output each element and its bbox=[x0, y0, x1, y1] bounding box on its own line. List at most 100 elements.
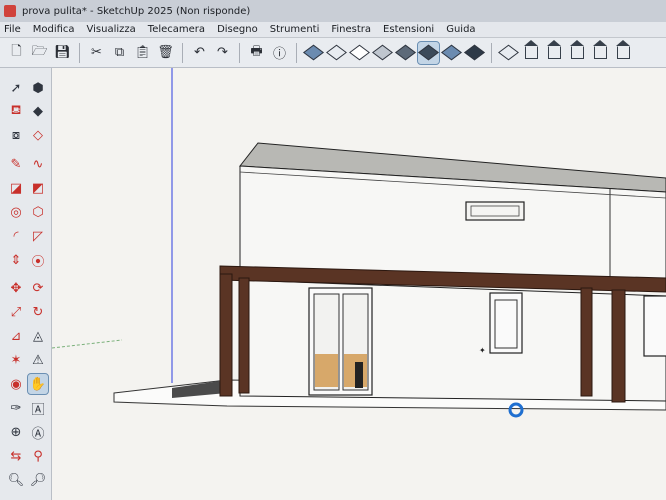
text-tool[interactable]: ✑ bbox=[6, 398, 26, 418]
menu-guida[interactable]: Guida bbox=[446, 24, 475, 35]
cube-glyph bbox=[441, 44, 462, 61]
house-glyph bbox=[524, 40, 538, 59]
axes-tool[interactable]: ✶ bbox=[6, 350, 26, 370]
house-glyph bbox=[570, 40, 584, 59]
protractor-tool[interactable]: ◬ bbox=[28, 326, 48, 346]
redo-icon[interactable]: ↷ bbox=[212, 42, 233, 64]
pencil-tool[interactable]: ✎ bbox=[6, 154, 26, 174]
monochrome-style-icon[interactable] bbox=[441, 42, 462, 64]
model-info-icon[interactable]: ⓘ bbox=[269, 42, 290, 64]
undo-icon[interactable]: ↶ bbox=[189, 42, 210, 64]
house-glyph bbox=[616, 40, 630, 59]
front-view-icon[interactable] bbox=[544, 40, 565, 64]
iso-view-icon[interactable] bbox=[498, 42, 519, 64]
cube-glyph bbox=[464, 44, 485, 61]
toolbar-divider bbox=[296, 42, 297, 63]
freehand-tool[interactable]: ∿ bbox=[28, 154, 48, 174]
menu-strumenti[interactable]: Strumenti bbox=[270, 24, 320, 35]
component-tool[interactable]: ⬢ bbox=[28, 78, 48, 98]
paste-icon[interactable]: 📋︎ bbox=[132, 42, 153, 64]
walk-tool[interactable]: ⊕ bbox=[6, 422, 26, 442]
menu-file[interactable]: File bbox=[4, 24, 21, 35]
depth-cue-style-icon[interactable] bbox=[464, 42, 485, 64]
main-toolbar: 🗋 🗁 💾︎ ✂ ⧉ 📋︎ 🗑︎ ↶ ↷ 🖶 ⓘ bbox=[0, 38, 666, 68]
toolbar-divider bbox=[239, 42, 240, 63]
model-viewport[interactable]: ✦ bbox=[52, 68, 666, 500]
menu-finestra[interactable]: Finestra bbox=[331, 24, 371, 35]
lower-wall bbox=[239, 279, 666, 402]
model-drawing: ✦ bbox=[52, 68, 666, 418]
menu-visualizza[interactable]: Visualizza bbox=[87, 24, 136, 35]
pie-tool[interactable]: ◸ bbox=[28, 226, 48, 246]
shaded-textures-style-icon[interactable] bbox=[417, 40, 440, 65]
menu-telecamera[interactable]: Telecamera bbox=[148, 24, 205, 35]
follow-me-tool[interactable]: ⦿ bbox=[28, 250, 48, 270]
orbit-tool[interactable]: ◉ bbox=[6, 374, 26, 394]
print-icon[interactable]: 🖶 bbox=[246, 42, 267, 64]
interior-figure bbox=[355, 362, 363, 388]
rotate-tool[interactable]: ⟳ bbox=[28, 278, 48, 298]
cube-glyph bbox=[418, 44, 439, 61]
magnify-window-tool[interactable]: 🔎︎ bbox=[28, 470, 48, 490]
sketchup-logo-icon bbox=[4, 5, 16, 17]
eraser-soft-tool[interactable]: ◇ bbox=[28, 125, 48, 145]
dimension-tool[interactable]: ⚠ bbox=[28, 350, 48, 370]
shaded-style-icon[interactable] bbox=[395, 42, 416, 64]
scale-tool[interactable]: ⤢ bbox=[6, 302, 26, 322]
copy-icon[interactable]: ⧉ bbox=[109, 42, 130, 64]
menu-bar: File Modifica Visualizza Telecamera Dise… bbox=[0, 22, 666, 38]
menu-disegno[interactable]: Disegno bbox=[217, 24, 258, 35]
circle-tool[interactable]: ◎ bbox=[6, 202, 26, 222]
paint-bucket-tool[interactable]: ⛾ bbox=[6, 101, 26, 121]
cube-glyph bbox=[349, 44, 370, 61]
cube-glyph bbox=[372, 44, 393, 61]
select-tool[interactable]: ➚ bbox=[6, 78, 26, 98]
rectangle-tool[interactable]: ◪ bbox=[6, 178, 26, 198]
offset-tool[interactable]: ↻ bbox=[28, 302, 48, 322]
title-bar: prova pulita* - SketchUp 2025 (Non rispo… bbox=[0, 0, 666, 22]
tape-measure-tool[interactable]: ⊿ bbox=[6, 326, 26, 346]
move-tool[interactable]: ✥ bbox=[6, 278, 26, 298]
right-view-icon[interactable] bbox=[567, 40, 588, 64]
toolbar-divider bbox=[182, 42, 183, 63]
magnify-tool[interactable]: 🔍︎ bbox=[6, 470, 26, 490]
menu-estensioni[interactable]: Estensioni bbox=[383, 24, 434, 35]
house-glyph bbox=[593, 40, 607, 59]
rotated-rectangle-tool[interactable]: ◩ bbox=[28, 178, 48, 198]
section-plane-tool[interactable]: 🄰 bbox=[28, 398, 48, 418]
back-edges-style-icon[interactable] bbox=[326, 42, 347, 64]
pan-tool[interactable]: ✋ bbox=[27, 373, 49, 395]
zoom-extents-tool[interactable]: ⚲ bbox=[28, 446, 48, 466]
cursor-crosshair: ✦ bbox=[479, 346, 486, 355]
wireframe-style-icon[interactable] bbox=[349, 42, 370, 64]
new-file-icon[interactable]: 🗋 bbox=[6, 42, 27, 64]
cube-glyph bbox=[395, 44, 416, 61]
save-icon[interactable]: 💾︎ bbox=[52, 42, 73, 64]
tag-tool[interactable]: ⧇ bbox=[6, 125, 26, 145]
eraser-tool[interactable]: ◆ bbox=[28, 101, 48, 121]
erase-icon[interactable]: 🗑︎ bbox=[155, 42, 176, 64]
zoom-tool[interactable]: ⇆ bbox=[6, 446, 26, 466]
green-axis bbox=[52, 339, 123, 349]
pergola-post bbox=[219, 273, 233, 397]
cube-glyph bbox=[498, 44, 519, 61]
left-view-icon[interactable] bbox=[613, 40, 634, 64]
arc-tool[interactable]: ◜ bbox=[6, 226, 26, 246]
pergola-post bbox=[238, 277, 250, 394]
toolbar-divider bbox=[491, 42, 492, 63]
hidden-line-style-icon[interactable] bbox=[372, 42, 393, 64]
pergola-post bbox=[580, 287, 593, 397]
cube-glyph bbox=[303, 44, 324, 61]
top-view-icon[interactable] bbox=[521, 40, 542, 64]
push-pull-tool[interactable]: ⇕ bbox=[6, 250, 26, 270]
back-view-icon[interactable] bbox=[590, 40, 611, 64]
cut-icon[interactable]: ✂ bbox=[86, 42, 107, 64]
look-around-tool[interactable]: Ⓐ bbox=[28, 422, 48, 442]
xray-style-icon[interactable] bbox=[303, 42, 324, 64]
menu-modifica[interactable]: Modifica bbox=[33, 24, 75, 35]
right-window bbox=[643, 295, 666, 357]
house-glyph bbox=[547, 40, 561, 59]
polygon-tool[interactable]: ⬡ bbox=[28, 202, 48, 222]
pergola-post bbox=[611, 289, 626, 403]
open-folder-icon[interactable]: 🗁 bbox=[29, 42, 50, 64]
